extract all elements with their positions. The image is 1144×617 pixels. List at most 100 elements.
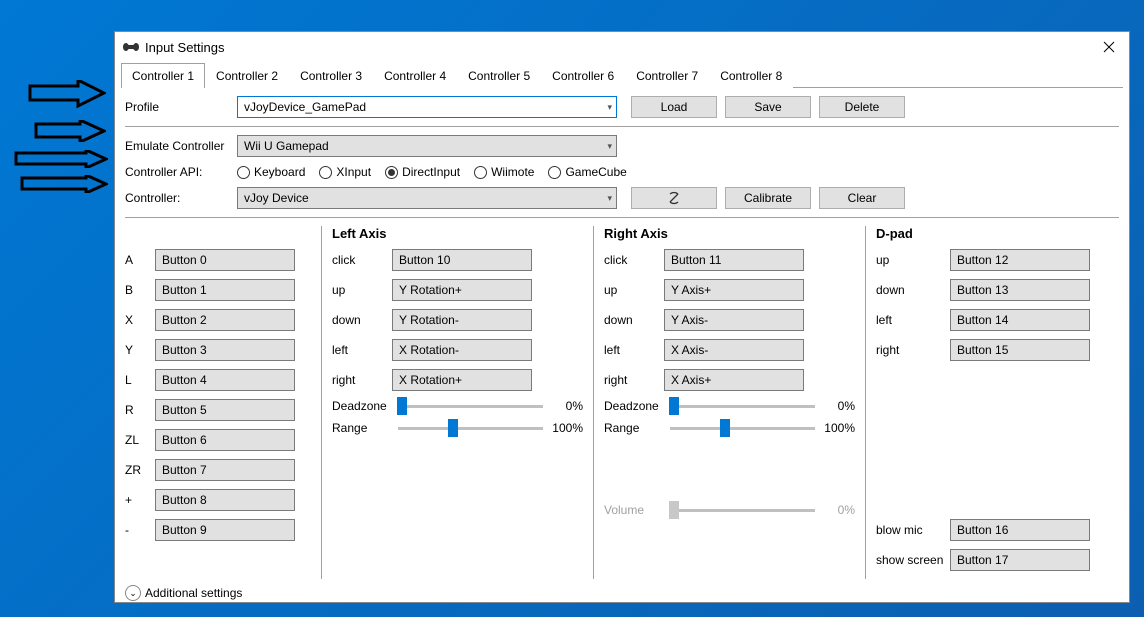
map-label: down (332, 313, 392, 327)
map-label: show screen (876, 553, 950, 567)
delete-button[interactable]: Delete (819, 96, 905, 118)
map-input-ZL[interactable]: Button 6 (155, 429, 295, 451)
profile-combo[interactable]: ▾ (237, 96, 617, 118)
map-label: right (332, 373, 392, 387)
tab-controller-3[interactable]: Controller 3 (289, 63, 373, 88)
additional-settings-toggle[interactable]: ⌄ Additional settings (125, 585, 1119, 601)
dpad-title: D-pad (876, 226, 1095, 241)
tab-controller-6[interactable]: Controller 6 (541, 63, 625, 88)
right-range-value: 100% (821, 421, 855, 435)
api-radio-xinput[interactable]: XInput (319, 165, 371, 179)
map-label: left (332, 343, 392, 357)
profile-input[interactable] (244, 100, 610, 114)
right-range-label: Range (604, 421, 664, 435)
map-label: up (604, 283, 664, 297)
left-axis-title: Left Axis (332, 226, 583, 241)
map-label: B (125, 283, 155, 297)
clear-button[interactable]: Clear (819, 187, 905, 209)
api-radio-gamecube[interactable]: GameCube (548, 165, 626, 179)
emulate-value: Wii U Gamepad (244, 139, 329, 153)
map-input-R[interactable]: Button 5 (155, 399, 295, 421)
map-input-L[interactable]: Button 4 (155, 369, 295, 391)
map-label: ZR (125, 463, 155, 477)
refresh-icon (667, 191, 681, 205)
profile-label: Profile (125, 100, 229, 114)
map-input-click[interactable]: Button 11 (664, 249, 804, 271)
left-range-label: Range (332, 421, 392, 435)
map-input-right[interactable]: X Rotation+ (392, 369, 532, 391)
map-label: right (604, 373, 664, 387)
map-label: left (604, 343, 664, 357)
tab-controller-2[interactable]: Controller 2 (205, 63, 289, 88)
map-label: down (876, 283, 950, 297)
map-label: right (876, 343, 950, 357)
map-input-X[interactable]: Button 2 (155, 309, 295, 331)
app-icon (123, 39, 139, 55)
map-label: left (876, 313, 950, 327)
controller-combo[interactable]: vJoy Device ▾ (237, 187, 617, 209)
map-input-right[interactable]: X Axis+ (664, 369, 804, 391)
right-deadzone-slider[interactable]: Deadzone 0% (604, 399, 855, 413)
map-input-down[interactable]: Button 13 (950, 279, 1090, 301)
emulate-combo[interactable]: Wii U Gamepad ▾ (237, 135, 617, 157)
map-input-left[interactable]: Button 14 (950, 309, 1090, 331)
tab-controller-1[interactable]: Controller 1 (121, 63, 205, 88)
controller-label: Controller: (125, 191, 229, 205)
map-input-down[interactable]: Y Axis- (664, 309, 804, 331)
map-input-show-screen[interactable]: Button 17 (950, 549, 1090, 571)
left-deadzone-slider[interactable]: Deadzone 0% (332, 399, 583, 413)
map-label: click (332, 253, 392, 267)
api-label: Controller API: (125, 165, 229, 179)
api-radio-keyboard[interactable]: Keyboard (237, 165, 305, 179)
right-deadzone-value: 0% (821, 399, 855, 413)
right-range-slider[interactable]: Range 100% (604, 421, 855, 435)
map-input-click[interactable]: Button 10 (392, 249, 532, 271)
map-input-blow-mic[interactable]: Button 16 (950, 519, 1090, 541)
map-label: up (876, 253, 950, 267)
controller-tabs: Controller 1Controller 2Controller 3Cont… (121, 62, 1123, 88)
volume-slider: Volume 0% (604, 503, 855, 517)
calibrate-button[interactable]: Calibrate (725, 187, 811, 209)
map-input-A[interactable]: Button 0 (155, 249, 295, 271)
map-input-ZR[interactable]: Button 7 (155, 459, 295, 481)
map-input-+[interactable]: Button 8 (155, 489, 295, 511)
tab-controller-5[interactable]: Controller 5 (457, 63, 541, 88)
volume-label: Volume (604, 503, 664, 517)
close-button[interactable] (1089, 32, 1129, 62)
refresh-button[interactable] (631, 187, 717, 209)
map-input-right[interactable]: Button 15 (950, 339, 1090, 361)
map-input-Y[interactable]: Button 3 (155, 339, 295, 361)
map-input-B[interactable]: Button 1 (155, 279, 295, 301)
titlebar: Input Settings (115, 32, 1129, 62)
map-input--[interactable]: Button 9 (155, 519, 295, 541)
controller-value: vJoy Device (244, 191, 309, 205)
map-input-up[interactable]: Y Rotation+ (392, 279, 532, 301)
chevron-down-icon: ⌄ (125, 585, 141, 601)
col-spacer (125, 226, 311, 241)
api-radios: Keyboard XInput DirectInput Wiimote GameCube (237, 165, 627, 179)
map-input-down[interactable]: Y Rotation- (392, 309, 532, 331)
chevron-down-icon: ▾ (607, 193, 612, 204)
map-label: blow mic (876, 523, 950, 537)
map-label: A (125, 253, 155, 267)
map-input-left[interactable]: X Axis- (664, 339, 804, 361)
volume-value: 0% (821, 503, 855, 517)
tab-controller-7[interactable]: Controller 7 (625, 63, 709, 88)
api-radio-directinput[interactable]: DirectInput (385, 165, 460, 179)
map-label: L (125, 373, 155, 387)
map-label: X (125, 313, 155, 327)
load-button[interactable]: Load (631, 96, 717, 118)
chevron-down-icon: ▾ (607, 102, 612, 113)
map-input-left[interactable]: X Rotation- (392, 339, 532, 361)
api-radio-wiimote[interactable]: Wiimote (474, 165, 534, 179)
tab-controller-4[interactable]: Controller 4 (373, 63, 457, 88)
map-input-up[interactable]: Button 12 (950, 249, 1090, 271)
save-button[interactable]: Save (725, 96, 811, 118)
map-input-up[interactable]: Y Axis+ (664, 279, 804, 301)
left-range-slider[interactable]: Range 100% (332, 421, 583, 435)
tab-controller-8[interactable]: Controller 8 (709, 63, 793, 88)
additional-settings-label: Additional settings (145, 586, 242, 600)
left-deadzone-value: 0% (549, 399, 583, 413)
map-label: click (604, 253, 664, 267)
emulate-label: Emulate Controller (125, 139, 229, 153)
